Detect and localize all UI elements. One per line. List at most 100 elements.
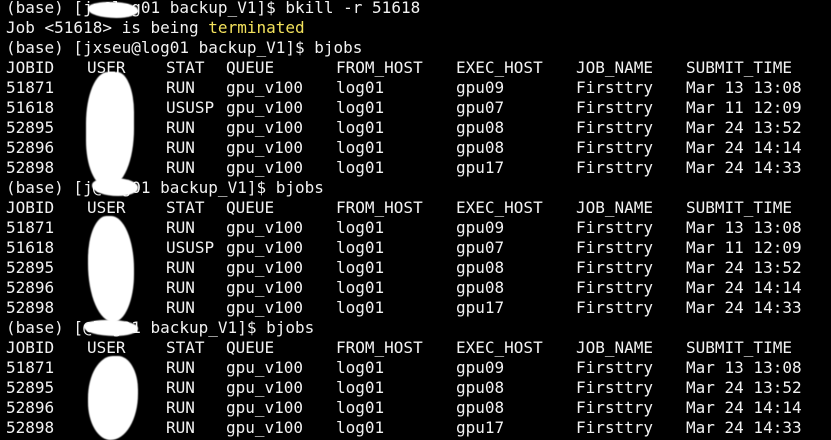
cell-job-name: Firsttry (576, 158, 654, 177)
cell-queue: gpu_v100 (226, 418, 304, 437)
terminal-line-text: (base) [jxseu@log01 backup_V1]$ bjobs (6, 38, 362, 58)
redaction-mark (86, 72, 134, 186)
cell-submit-time: Mar 24 14:14 (686, 138, 802, 157)
header-exec-host: EXEC_HOST (456, 58, 543, 77)
header-submit-time: SUBMIT_TIME (686, 198, 792, 217)
cell-job-name: Firsttry (576, 138, 654, 157)
cell-jobid: 52898 (6, 158, 55, 177)
cell-queue: gpu_v100 (226, 138, 304, 157)
cell-submit-time: Mar 24 13:52 (686, 378, 802, 397)
header-jobid: JOBID (6, 338, 55, 357)
text-segment: (base) [ (6, 318, 84, 337)
table-header-row: JOBID USER STAT QUEUE FROM_HOST EXEC_HOST JOB_… (0, 198, 831, 218)
cell-jobid: 51871 (6, 358, 55, 377)
cell-queue: gpu_v100 (226, 158, 304, 177)
cell-submit-time: Mar 24 14:14 (686, 278, 802, 297)
cell-submit-time: Mar 13 13:08 (686, 78, 802, 97)
cell-submit-time: Mar 24 14:33 (686, 158, 802, 177)
cell-job-name: Firsttry (576, 358, 654, 377)
cell-stat: RUN (166, 418, 195, 437)
text-segment: Job <51618> is being (6, 18, 209, 37)
cell-queue: gpu_v100 (226, 98, 304, 117)
header-submit-time: SUBMIT_TIME (686, 338, 792, 357)
cell-job-name: Firsttry (576, 238, 654, 257)
cell-from-host: log01 (336, 158, 385, 177)
cell-jobid: 51618 (6, 98, 55, 117)
cell-jobid: 52896 (6, 278, 55, 297)
cell-submit-time: Mar 13 13:08 (686, 358, 802, 377)
cell-exec-host: gpu08 (456, 118, 505, 137)
header-job-name: JOB_NAME (576, 338, 654, 357)
header-job-name: JOB_NAME (576, 198, 654, 217)
cell-job-name: Firsttry (576, 278, 654, 297)
cell-from-host: log01 (336, 98, 385, 117)
header-exec-host: EXEC_HOST (456, 338, 543, 357)
cell-job-name: Firsttry (576, 78, 654, 97)
header-queue: QUEUE (226, 198, 275, 217)
cell-submit-time: Mar 11 12:09 (686, 238, 802, 257)
cell-jobid: 52898 (6, 418, 55, 437)
cell-jobid: 52896 (6, 398, 55, 417)
cell-exec-host: gpu09 (456, 218, 505, 237)
cell-job-name: Firsttry (576, 418, 654, 437)
cell-exec-host: gpu09 (456, 78, 505, 97)
terminal-window[interactable]: (base) [jx@log01 backup_V1]$ bkill -r 51… (0, 0, 831, 440)
text-segment: @log01 backup_V1]$ bkill -r 51618 (102, 0, 421, 17)
cell-jobid: 51871 (6, 78, 55, 97)
header-from-host: FROM_HOST (336, 58, 423, 77)
cell-stat: RUN (166, 118, 195, 137)
cell-from-host: log01 (336, 358, 385, 377)
cell-queue: gpu_v100 (226, 118, 304, 137)
header-submit-time: SUBMIT_TIME (686, 58, 792, 77)
cell-queue: gpu_v100 (226, 218, 304, 237)
cell-queue: gpu_v100 (226, 298, 304, 317)
terminal-line: (base) [jxseu@log01 backup_V1]$ bjobs (0, 38, 831, 58)
cell-job-name: Firsttry (576, 218, 654, 237)
text-segment: (base) [j (6, 178, 93, 197)
cell-job-name: Firsttry (576, 258, 654, 277)
terminal-line-text: (base) [@log01 backup_V1]$ bjobs (6, 318, 314, 338)
highlighted-text: terminated (208, 18, 305, 37)
header-exec-host: EXEC_HOST (456, 198, 543, 217)
cell-queue: gpu_v100 (226, 358, 304, 377)
cell-exec-host: gpu08 (456, 398, 505, 417)
cell-queue: gpu_v100 (226, 398, 304, 417)
cell-exec-host: gpu07 (456, 238, 505, 257)
cell-exec-host: gpu08 (456, 378, 505, 397)
terminal-line-text: (base) [j@log01 backup_V1]$ bjobs (6, 178, 324, 198)
cell-job-name: Firsttry (576, 298, 654, 317)
header-stat: STAT (166, 198, 205, 217)
cell-jobid: 52895 (6, 118, 55, 137)
cell-from-host: log01 (336, 398, 385, 417)
header-jobid: JOBID (6, 58, 55, 77)
cell-jobid: 52898 (6, 298, 55, 317)
header-stat: STAT (166, 58, 205, 77)
terminal-line: Job <51618> is being terminated (0, 18, 831, 38)
cell-stat: RUN (166, 278, 195, 297)
cell-jobid: 52896 (6, 138, 55, 157)
cell-exec-host: gpu17 (456, 298, 505, 317)
cell-submit-time: Mar 24 14:33 (686, 418, 802, 437)
header-jobid: JOBID (6, 198, 55, 217)
header-user: USER (87, 338, 126, 357)
cell-stat: USUSP (166, 98, 215, 117)
cell-queue: gpu_v100 (226, 278, 304, 297)
cell-exec-host: gpu08 (456, 138, 505, 157)
cell-submit-time: Mar 24 13:52 (686, 118, 802, 137)
cell-from-host: log01 (336, 218, 385, 237)
cell-submit-time: Mar 11 12:09 (686, 98, 802, 117)
header-from-host: FROM_HOST (336, 338, 423, 357)
cell-from-host: log01 (336, 298, 385, 317)
cell-queue: gpu_v100 (226, 258, 304, 277)
cell-from-host: log01 (336, 238, 385, 257)
cell-exec-host: gpu07 (456, 98, 505, 117)
cell-stat: RUN (166, 298, 195, 317)
header-user: USER (87, 198, 126, 217)
cell-stat: USUSP (166, 238, 215, 257)
header-from-host: FROM_HOST (336, 198, 423, 217)
cell-job-name: Firsttry (576, 398, 654, 417)
cell-job-name: Firsttry (576, 98, 654, 117)
cell-submit-time: Mar 24 14:33 (686, 298, 802, 317)
cell-job-name: Firsttry (576, 118, 654, 137)
cell-exec-host: gpu08 (456, 278, 505, 297)
